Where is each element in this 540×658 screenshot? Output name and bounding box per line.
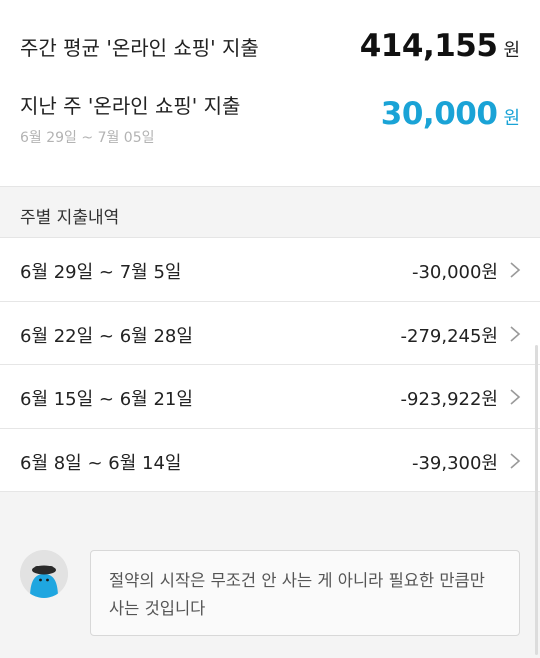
- weekly-average-value: 414,155: [359, 28, 498, 64]
- week-amount: -30,000원: [411, 262, 498, 283]
- scrollbar[interactable]: [535, 345, 538, 655]
- weekly-average-unit: 원: [503, 40, 520, 61]
- tip-speech-bubble: 절약의 시작은 무조건 안 사는 게 아니라 필요한 만큼만 사는 것입니다: [90, 550, 520, 636]
- week-row[interactable]: 6월 8일 ~ 6월 14일 -39,300원: [0, 428, 540, 492]
- weekly-average-amount: 414,155 원: [360, 28, 520, 64]
- last-week-row: 지난 주 '온라인 쇼핑' 지출 6월 29일 ~ 7월 05일 30,000 …: [20, 90, 520, 150]
- last-week-unit: 원: [503, 108, 520, 129]
- week-row[interactable]: 6월 22일 ~ 6월 28일 -279,245원: [0, 301, 540, 365]
- week-amount: -39,300원: [411, 452, 498, 474]
- chevron-right-icon: [510, 389, 521, 405]
- chevron-right-icon: [510, 452, 521, 469]
- last-week-value: 30,000: [380, 96, 498, 132]
- week-amount: -279,245원: [400, 325, 499, 347]
- last-week-amount: 30,000 원: [381, 96, 520, 132]
- last-week-label: 지난 주 '온라인 쇼핑' 지출: [20, 94, 241, 118]
- spending-summary: 주간 평균 '온라인 쇼핑' 지출 414,155 원 지난 주 '온라인 쇼핑…: [0, 0, 540, 186]
- week-amount: -923,922원: [400, 389, 499, 410]
- chevron-right-icon: [510, 325, 521, 342]
- week-range: 6월 15일 ~ 6월 21일: [20, 389, 193, 410]
- last-week-date-range: 6월 29일 ~ 7월 05일: [20, 130, 155, 146]
- weekly-average-row: 주간 평균 '온라인 쇼핑' 지출 414,155 원: [20, 26, 520, 66]
- week-range: 6월 8일 ~ 6월 14일: [20, 452, 182, 474]
- weekly-section-header: 주별 지출내역: [0, 186, 540, 238]
- chevron-right-icon: [510, 262, 521, 278]
- weekly-average-label: 주간 평균 '온라인 쇼핑' 지출: [20, 35, 259, 60]
- week-row[interactable]: 6월 29일 ~ 7월 5일 -30,000원: [0, 238, 540, 302]
- tip-message: 절약의 시작은 무조건 안 사는 게 아니라 필요한 만큼만 사는 것입니다: [109, 571, 485, 618]
- weekly-spending-list: 6월 29일 ~ 7월 5일 -30,000원 6월 22일 ~ 6월 28일 …: [0, 238, 540, 492]
- weekly-section-title: 주별 지출내역: [20, 208, 120, 228]
- week-row[interactable]: 6월 15일 ~ 6월 21일 -923,922원: [0, 365, 540, 429]
- week-range: 6월 29일 ~ 7월 5일: [20, 262, 182, 283]
- week-range: 6월 22일 ~ 6월 28일: [20, 325, 193, 347]
- character-avatar-icon: [20, 550, 68, 598]
